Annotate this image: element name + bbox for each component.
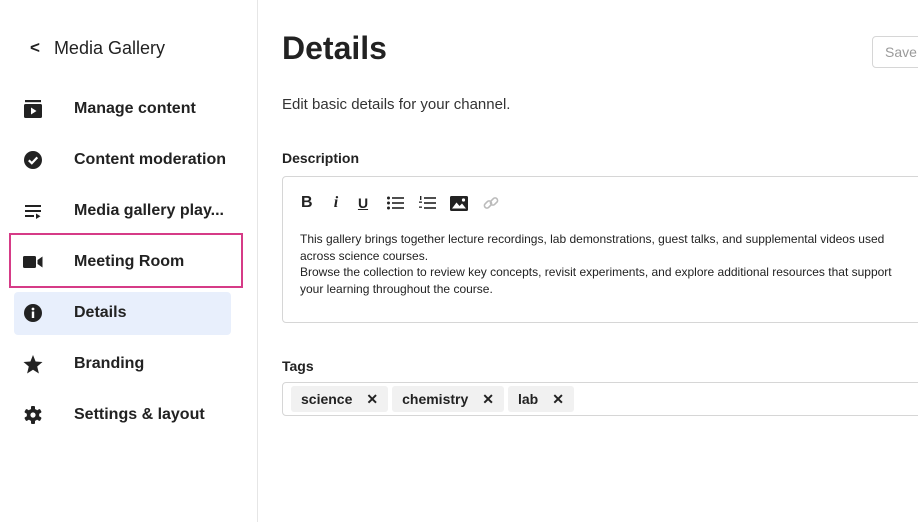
sidebar-item-label: Details [74,304,127,321]
tags-input[interactable]: science ✕ chemistry ✕ lab ✕ [282,382,918,416]
description-editor[interactable]: B i U This gallery brings together lectu… [282,176,918,323]
chevron-left-icon: < [30,38,40,57]
gear-icon [23,405,43,425]
tag-label: chemistry [402,391,469,407]
tag-label: science [301,391,353,407]
remove-tag-icon[interactable]: ✕ [482,391,494,408]
play-box-icon [23,99,43,119]
remove-tag-icon[interactable]: ✕ [552,391,564,408]
sidebar: < Media Gallery Manage content Content m… [0,0,258,522]
sidebar-item-label: Meeting Room [74,253,185,270]
save-button[interactable]: Save [872,36,918,68]
description-paragraph: This gallery brings together lecture rec… [300,232,885,263]
link-icon[interactable] [475,191,507,215]
sidebar-item-label: Content moderation [74,151,226,168]
editor-toolbar: B i U [301,191,507,215]
remove-tag-icon[interactable]: ✕ [366,391,378,408]
video-camera-icon [23,252,43,272]
page-subtitle: Edit basic details for your channel. [282,96,511,113]
underline-button[interactable]: U [347,191,379,215]
sidebar-item-manage-content[interactable]: Manage content [14,88,231,131]
sidebar-item-branding[interactable]: Branding [14,343,231,386]
sidebar-item-label: Branding [74,355,145,372]
back-to-media-gallery[interactable]: < Media Gallery [30,36,165,60]
back-label: Media Gallery [53,37,165,58]
description-text[interactable]: This gallery brings together lecture rec… [300,231,910,297]
bold-button[interactable]: B [301,191,325,215]
tag-chip: science ✕ [291,386,389,412]
check-circle-icon [23,150,43,170]
tags-label: Tags [282,358,314,374]
sidebar-item-details[interactable]: Details [14,292,231,335]
star-icon [23,354,43,374]
description-label: Description [282,150,360,166]
image-icon[interactable] [443,191,475,215]
italic-button[interactable]: i [325,191,347,215]
sidebar-item-meeting-room[interactable]: Meeting Room [9,233,243,288]
sidebar-item-media-gallery-playlists[interactable]: Media gallery play... [14,190,231,233]
info-icon [23,303,43,323]
playlist-icon [23,201,43,221]
sidebar-item-content-moderation[interactable]: Content moderation [14,139,231,182]
sidebar-item-label: Media gallery play... [74,202,224,219]
sidebar-item-label: Manage content [74,100,196,117]
bulleted-list-icon[interactable] [379,191,411,215]
description-paragraph: Browse the collection to review key conc… [300,265,892,296]
numbered-list-icon[interactable] [411,191,443,215]
sidebar-item-label: Settings & layout [74,406,205,423]
tag-label: lab [518,391,539,407]
sidebar-item-settings-layout[interactable]: Settings & layout [14,394,231,437]
details-panel: Details Save Edit basic details for your… [282,0,918,522]
tag-chip: chemistry ✕ [392,386,504,412]
page-title: Details [282,30,387,66]
sidebar-nav: Manage content Content moderation Media … [9,88,243,445]
tag-chip: lab ✕ [508,386,574,412]
